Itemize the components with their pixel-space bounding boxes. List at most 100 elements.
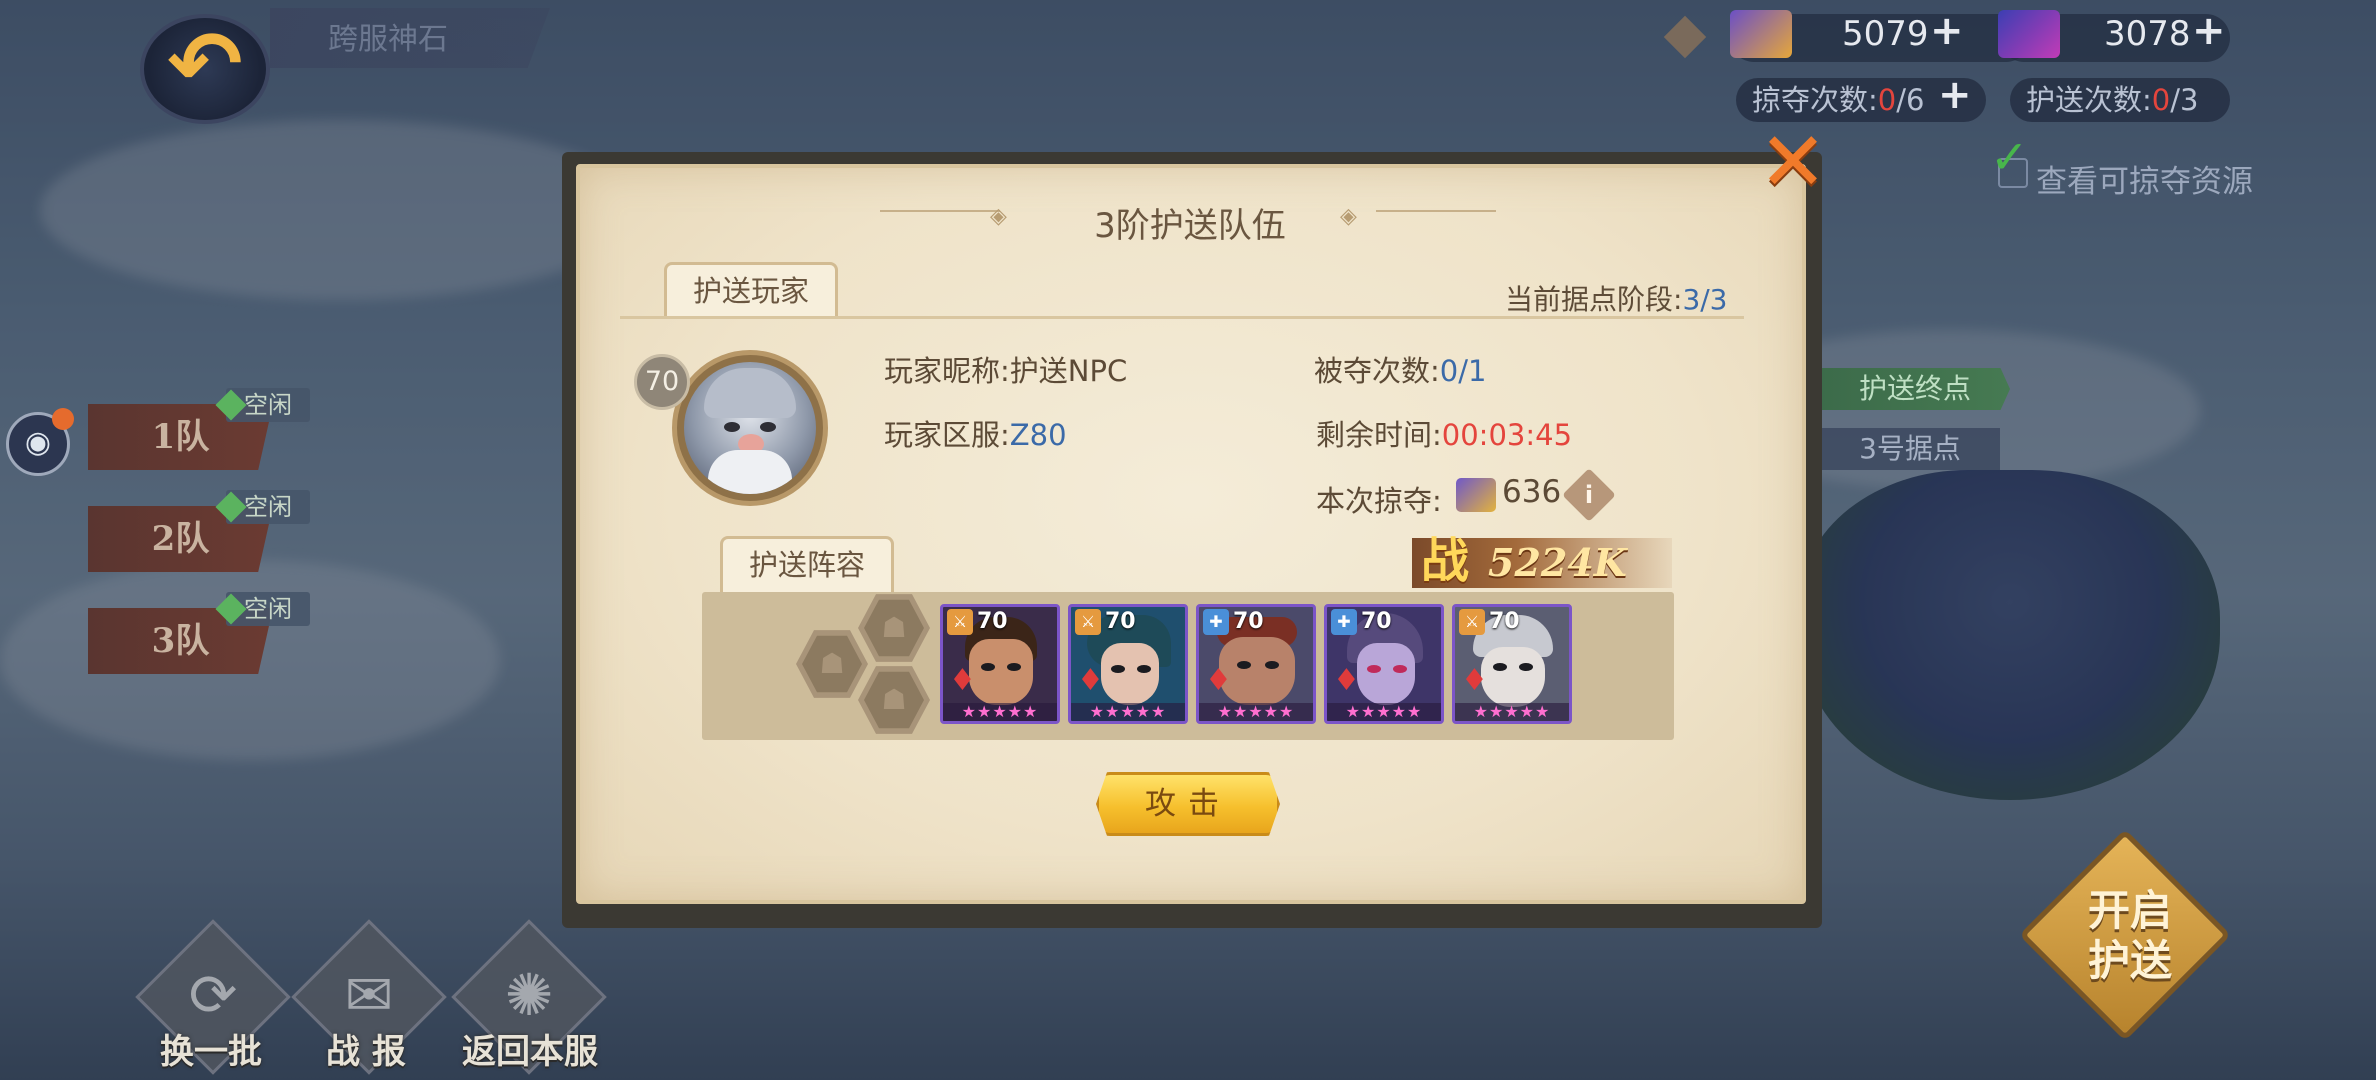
- hero-class-icon: ⚔: [1075, 609, 1101, 635]
- loot-label: 本次掠夺:: [1316, 484, 1442, 518]
- avatar-eye: [724, 422, 740, 432]
- hero-face: [1481, 647, 1545, 707]
- hero-stars: ★★★★★: [1327, 703, 1441, 721]
- return-server-label: 返回本服: [462, 1032, 598, 1072]
- nickname-value: 护送NPC: [1009, 354, 1128, 388]
- stage-indicator: 当前据点阶段:3/3: [1505, 278, 1728, 318]
- player-level-badge: 70: [634, 354, 690, 410]
- tab-escort-player: 护送玩家: [664, 262, 839, 318]
- loot-value: 636: [1502, 474, 1562, 510]
- hero-level: 70: [977, 609, 1008, 634]
- hero-stars: ★★★★★: [943, 703, 1057, 721]
- remaining-value: 00:03:45: [1441, 418, 1573, 452]
- resource-2-add-button[interactable]: +: [2192, 8, 2226, 54]
- route-point-tag: 3号据点: [1820, 428, 2000, 470]
- hero-level: 70: [1489, 609, 1520, 634]
- hero-stars: ★★★★★: [1455, 703, 1569, 721]
- robbed-count-row: 被夺次数:0/1: [1314, 348, 1486, 390]
- gold-chest-icon: [1730, 10, 1792, 58]
- remaining-label: 剩余时间:: [1316, 418, 1442, 452]
- avatar: [684, 362, 816, 494]
- title-ornament-left: [880, 210, 1000, 212]
- page-title: 跨服神石: [328, 22, 448, 57]
- hero-class-icon: ⚔: [947, 609, 973, 635]
- hero-eye: [1519, 663, 1533, 671]
- escort-count: 护送次数:0/3: [2010, 78, 2230, 122]
- hero-class-icon: ✚: [1203, 609, 1229, 635]
- hero-faction-icon: ♦: [949, 663, 976, 698]
- hero-level: 70: [1233, 609, 1264, 634]
- hero-eye: [1367, 665, 1381, 673]
- resource-2-value: 3078: [2104, 14, 2191, 54]
- hero-card[interactable]: ⚔ 70 ♦ ★★★★★: [940, 604, 1060, 724]
- remaining-time-row: 剩余时间:00:03:45: [1316, 412, 1572, 454]
- close-icon[interactable]: ✕: [1758, 122, 1828, 204]
- avatar-helmet: [704, 368, 796, 418]
- plunder-count-total: /6: [1896, 83, 1925, 117]
- tab-escort-lineup: 护送阵容: [720, 536, 895, 592]
- resource-1-add-button[interactable]: +: [1930, 8, 1964, 54]
- hero-card[interactable]: ✚ 70 ♦ ★★★★★: [1324, 604, 1444, 724]
- purple-chest-icon: [1998, 10, 2060, 58]
- hero-eye: [1493, 663, 1507, 671]
- hero-stars: ★★★★★: [1071, 703, 1185, 721]
- hero-face: [969, 639, 1033, 705]
- avatar-eye: [760, 422, 776, 432]
- hero-face: [1357, 643, 1415, 705]
- hero-eye: [981, 663, 995, 671]
- hero-eye: [1137, 665, 1151, 673]
- attack-button[interactable]: 攻击: [1096, 772, 1280, 836]
- stage-value: 3/3: [1682, 283, 1728, 316]
- start-escort-line: 开启: [2087, 886, 2172, 935]
- robbed-value: 0/1: [1439, 354, 1487, 388]
- hero-eye: [1237, 661, 1251, 669]
- hero-eye: [1393, 665, 1407, 673]
- hero-faction-icon: ♦: [1461, 663, 1488, 698]
- hero-faction-icon: ♦: [1205, 663, 1232, 698]
- stage-label: 当前据点阶段:: [1505, 283, 1683, 316]
- hero-card[interactable]: ⚔ 70 ♦ ★★★★★: [1068, 604, 1188, 724]
- hero-faction-icon: ♦: [1077, 663, 1104, 698]
- check-mark-icon: ✓: [1990, 130, 2029, 184]
- resource-1-value: 5079: [1842, 14, 1929, 54]
- power-value: 5224K: [1488, 540, 1627, 585]
- notification-dot: [52, 408, 74, 430]
- hero-class-icon: ⚔: [1459, 609, 1485, 635]
- hero-card[interactable]: ✚ 70 ♦ ★★★★★: [1196, 604, 1316, 724]
- hero-stars: ★★★★★: [1199, 703, 1313, 721]
- escort-count-label: 护送次数:: [2026, 83, 2152, 117]
- view-plunderable-label[interactable]: 查看可掠夺资源: [2036, 156, 2253, 201]
- hero-faction-icon: ♦: [1333, 663, 1360, 698]
- player-server-row: 玩家区服:Z80: [884, 412, 1067, 454]
- route-end-tag: 护送终点: [1820, 368, 2010, 410]
- hero-card[interactable]: ⚔ 70 ♦ ★★★★★: [1452, 604, 1572, 724]
- hero-level: 70: [1361, 609, 1392, 634]
- loot-chest-icon: [1456, 478, 1496, 512]
- nickname-label: 玩家昵称:: [884, 354, 1010, 388]
- plunder-count-label: 掠夺次数:: [1752, 83, 1878, 117]
- start-escort-label: 开启 护送: [2070, 886, 2190, 986]
- hero-eye: [1265, 661, 1279, 669]
- plunder-add-button[interactable]: +: [1938, 72, 1972, 118]
- avatar-beard: [708, 450, 792, 494]
- robbed-label: 被夺次数:: [1314, 354, 1440, 388]
- hero-eye: [1111, 665, 1125, 673]
- start-escort-line: 护送: [2087, 936, 2172, 985]
- escort-count-total: /3: [2170, 83, 2199, 117]
- plunder-count-used: 0: [1877, 83, 1897, 117]
- server-value: Z80: [1009, 418, 1067, 452]
- info-icon: i: [1584, 481, 1594, 509]
- refresh-label: 换一批: [160, 1032, 262, 1072]
- escort-count-used: 0: [2151, 83, 2171, 117]
- hero-eye: [1007, 663, 1021, 671]
- power-icon: 战: [1420, 533, 1469, 589]
- hero-class-icon: ✚: [1331, 609, 1357, 635]
- server-label: 玩家区服:: [884, 418, 1010, 452]
- hero-level: 70: [1105, 609, 1136, 634]
- hero-face: [1101, 643, 1159, 705]
- battle-report-label: 战 报: [326, 1032, 406, 1072]
- title-ornament-right: [1376, 210, 1496, 212]
- back-arrow-icon: ↶: [167, 12, 243, 117]
- dialog-title: 3阶护送队伍: [1094, 206, 1286, 246]
- player-nickname-row: 玩家昵称:护送NPC: [884, 348, 1127, 390]
